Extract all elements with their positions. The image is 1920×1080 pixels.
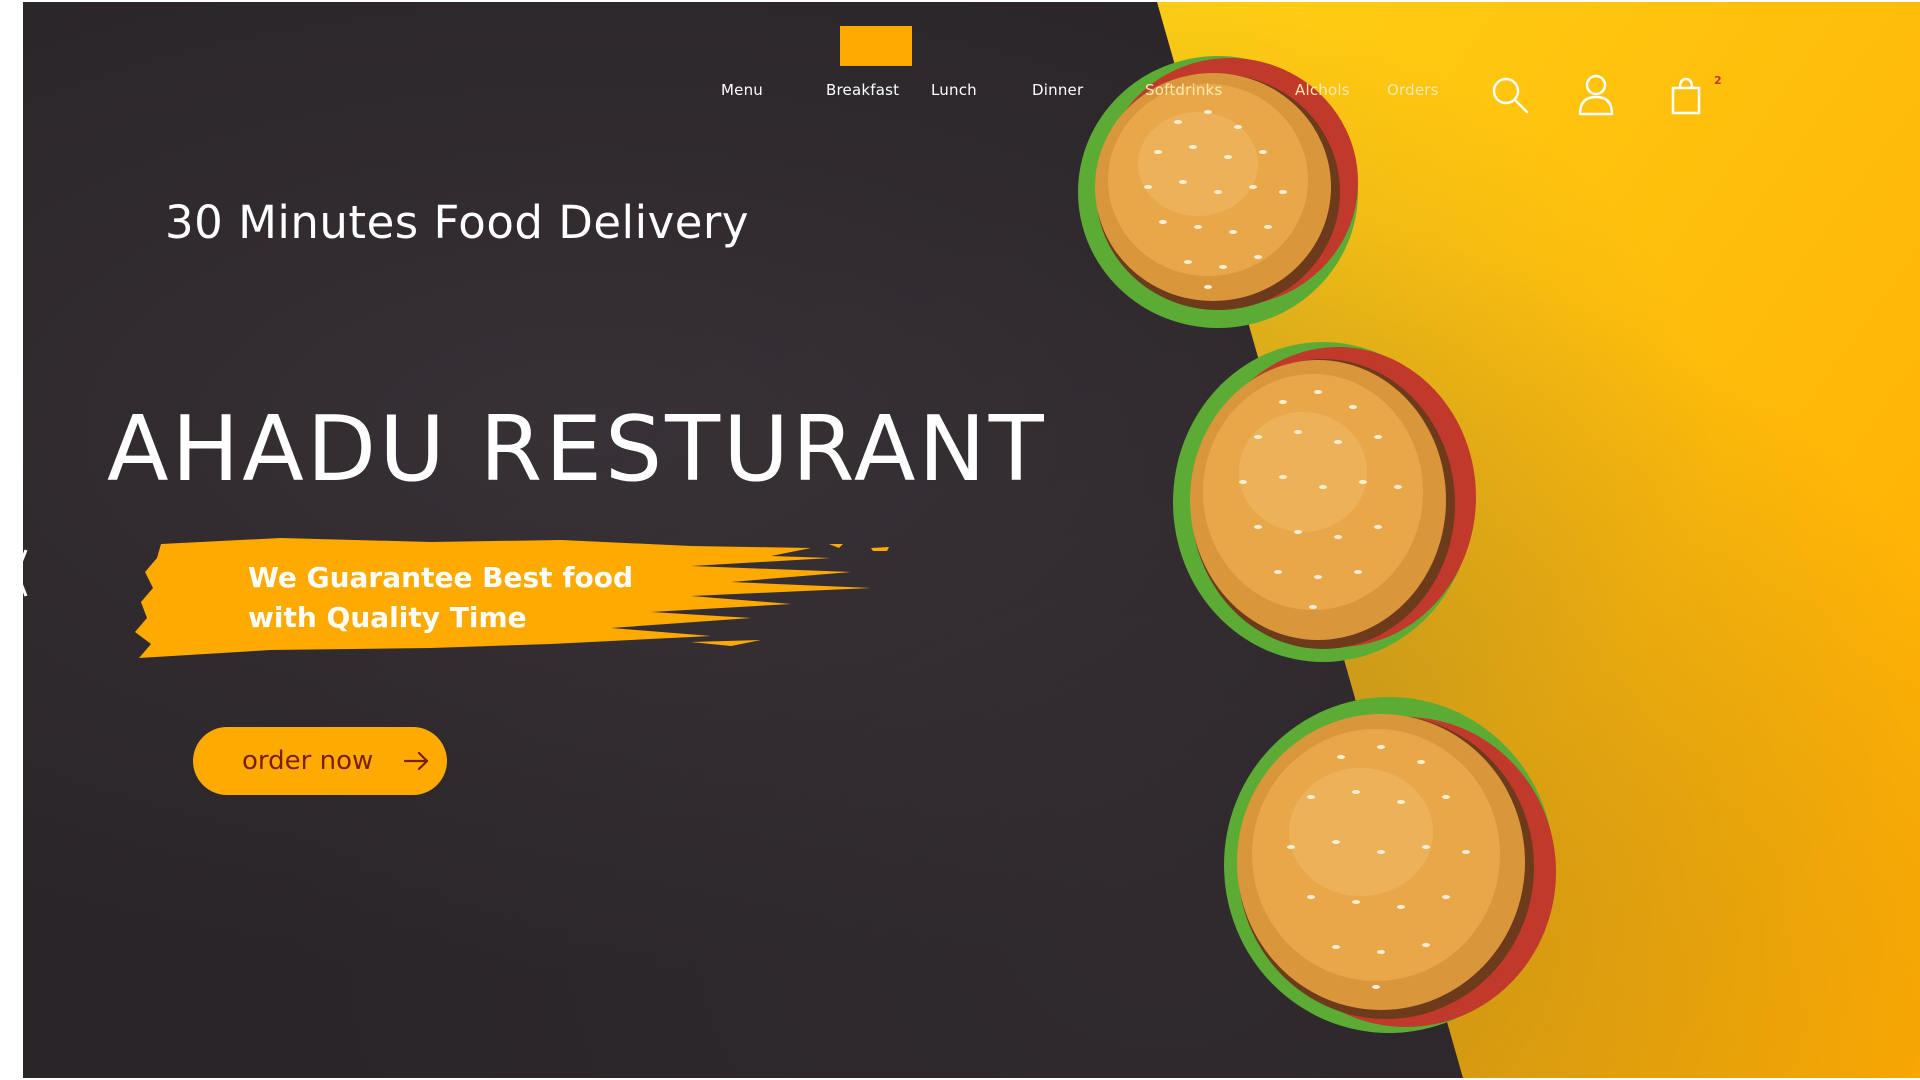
nav-item-softdrinks[interactable]: Softdrinks (1145, 81, 1222, 99)
nav-item-dinner[interactable]: Dinner (1032, 81, 1083, 99)
cart-count-badge: 2 (1714, 74, 1722, 87)
guarantee-line-2: with Quality Time (248, 601, 527, 634)
guarantee-text: We Guarantee Best food with Quality Time (248, 558, 668, 638)
nav-active-indicator (840, 26, 912, 66)
nav-item-alchols[interactable]: Alchols (1295, 81, 1350, 99)
nav-item-lunch[interactable]: Lunch (931, 81, 977, 99)
cart-icon[interactable] (1669, 76, 1703, 116)
hero-tagline: 30 Minutes Food Delivery (165, 196, 750, 249)
page: Menu Breakfast Lunch Dinner Softdrinks A… (0, 0, 1920, 1080)
user-icon[interactable] (1576, 72, 1616, 118)
burger-image-middle (1173, 342, 1476, 662)
nav-item-menu[interactable]: Menu (721, 81, 763, 99)
order-now-button[interactable]: order now (193, 727, 447, 795)
restaurant-title: AHADU RESTURANT (107, 397, 1047, 502)
order-now-label: order now (242, 746, 374, 776)
hero-banner: Menu Breakfast Lunch Dinner Softdrinks A… (23, 2, 1920, 1078)
left-edge-arrow-icon (15, 549, 28, 597)
guarantee-line-1: We Guarantee Best food (248, 561, 634, 594)
nav-item-breakfast[interactable]: Breakfast (826, 81, 899, 99)
burger-image-bottom (1224, 697, 1556, 1033)
nav-item-orders[interactable]: Orders (1387, 81, 1439, 99)
arrow-right-icon (403, 751, 429, 771)
search-icon[interactable] (1489, 74, 1531, 116)
